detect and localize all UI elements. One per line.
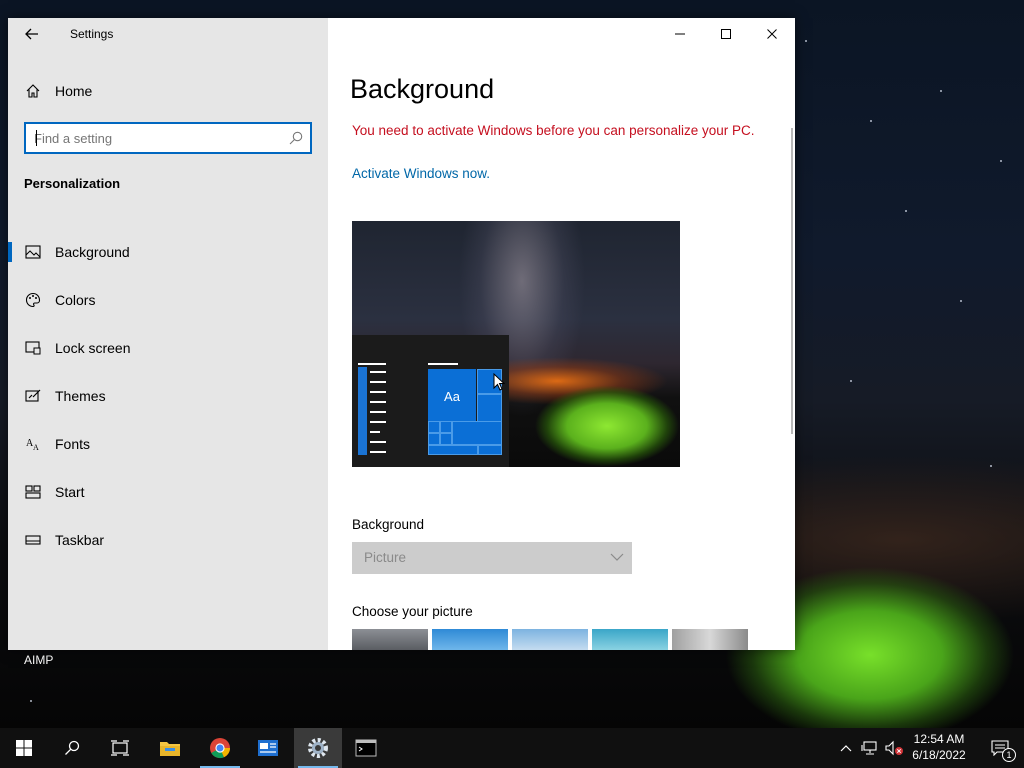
news-button[interactable] [244, 728, 292, 768]
windows-logo-icon [16, 740, 32, 756]
clock-time: 12:54 AM [913, 732, 965, 746]
back-button[interactable] [20, 24, 44, 44]
terminal-button[interactable] [342, 728, 390, 768]
activation-warning: You need to activate Windows before you … [352, 123, 755, 138]
themes-icon [24, 387, 42, 405]
volume-button[interactable] [884, 738, 904, 758]
preview-start-menu: Aa [352, 335, 509, 467]
content-pane: Background You need to activate Windows … [328, 18, 795, 650]
maximize-icon [721, 29, 731, 39]
picture-thumb-4[interactable] [592, 629, 668, 650]
page-title: Background [350, 74, 495, 104]
minimize-icon [675, 33, 685, 35]
picture-thumb-3[interactable] [512, 629, 588, 650]
sidebar-item-fonts[interactable]: AA Fonts [8, 420, 328, 468]
choose-picture-label: Choose your picture [352, 604, 473, 619]
gear-icon [308, 738, 328, 758]
network-button[interactable] [860, 738, 880, 758]
background-type-dropdown[interactable]: Picture [352, 542, 632, 574]
task-view-icon [111, 740, 129, 756]
sidebar-item-label: Lock screen [55, 340, 131, 356]
picture-thumb-5[interactable] [672, 629, 748, 650]
settings-taskbar-button[interactable] [294, 728, 342, 768]
sidebar-item-label: Taskbar [55, 532, 105, 548]
chevron-down-icon [610, 553, 624, 561]
taskbar-search-button[interactable] [48, 728, 96, 768]
content-scrollbar[interactable] [791, 128, 793, 434]
sidebar-item-lock-screen[interactable]: Lock screen [8, 324, 328, 372]
fonts-icon: AA [24, 435, 42, 453]
search-box[interactable] [24, 122, 312, 154]
taskbar-clock[interactable]: 12:54 AM 6/18/2022 [906, 731, 972, 763]
lock-screen-icon [24, 339, 42, 357]
picture-icon [24, 243, 42, 261]
close-icon [767, 29, 777, 39]
sidebar-item-themes[interactable]: Themes [8, 372, 328, 420]
taskbar-icon [24, 531, 42, 549]
search-icon [289, 131, 303, 145]
notification-badge: 1 [1002, 748, 1016, 762]
home-icon [24, 82, 42, 100]
sidebar-item-label: Background [55, 244, 130, 260]
sidebar: Settings Home Personalization Background [8, 18, 328, 650]
background-preview: Aa [352, 221, 680, 467]
background-type-label: Background [352, 517, 425, 532]
picture-thumb-2[interactable] [432, 629, 508, 650]
folder-icon [160, 742, 180, 756]
taskbar: 12:54 AM 6/18/2022 1 [0, 728, 1024, 768]
settings-window: Settings Home Personalization Background [8, 18, 795, 650]
svg-text:A: A [33, 443, 39, 452]
maximize-button[interactable] [704, 24, 748, 44]
search-icon [65, 740, 80, 755]
sidebar-item-label: Fonts [55, 436, 91, 452]
action-center-button[interactable]: 1 [980, 728, 1020, 768]
chrome-icon [210, 738, 231, 759]
close-button[interactable] [750, 24, 794, 44]
chrome-button[interactable] [196, 728, 244, 768]
text-caret [36, 130, 37, 146]
start-icon [24, 483, 42, 501]
sidebar-item-colors[interactable]: Colors [8, 276, 328, 324]
sidebar-item-background[interactable]: Background [8, 228, 328, 276]
window-title: Settings [70, 27, 114, 41]
show-hidden-icons-button[interactable] [836, 738, 856, 758]
clock-date: 6/18/2022 [912, 748, 966, 762]
terminal-icon [355, 739, 377, 757]
sidebar-item-taskbar[interactable]: Taskbar [8, 516, 328, 564]
news-icon [258, 740, 278, 756]
sidebar-item-start[interactable]: Start [8, 468, 328, 516]
activate-windows-link[interactable]: Activate Windows now. [352, 166, 490, 181]
search-input[interactable] [34, 128, 274, 148]
minimize-button[interactable] [658, 24, 702, 44]
sidebar-item-label: Themes [55, 388, 106, 404]
home-label: Home [55, 83, 93, 99]
palette-icon [24, 291, 42, 309]
start-button[interactable] [0, 728, 48, 768]
preview-tile: Aa [428, 369, 476, 423]
network-icon [861, 741, 877, 755]
sidebar-item-label: Start [55, 484, 85, 500]
picture-thumb-1[interactable] [352, 629, 428, 650]
sidebar-item-label: Colors [55, 292, 96, 308]
sidebar-item-home[interactable]: Home [8, 76, 328, 106]
volume-muted-icon [885, 740, 903, 756]
section-title: Personalization [24, 176, 121, 191]
file-explorer-button[interactable] [146, 728, 194, 768]
back-arrow-icon [25, 28, 38, 40]
chevron-up-icon [840, 745, 852, 752]
personalization-nav: Background Colors Lock screen Themes A A… [8, 228, 328, 564]
task-view-button[interactable] [96, 728, 144, 768]
desktop-icon-label[interactable]: AIMP [24, 653, 53, 667]
background-type-value: Picture [364, 550, 407, 565]
mouse-cursor-icon [493, 373, 505, 391]
